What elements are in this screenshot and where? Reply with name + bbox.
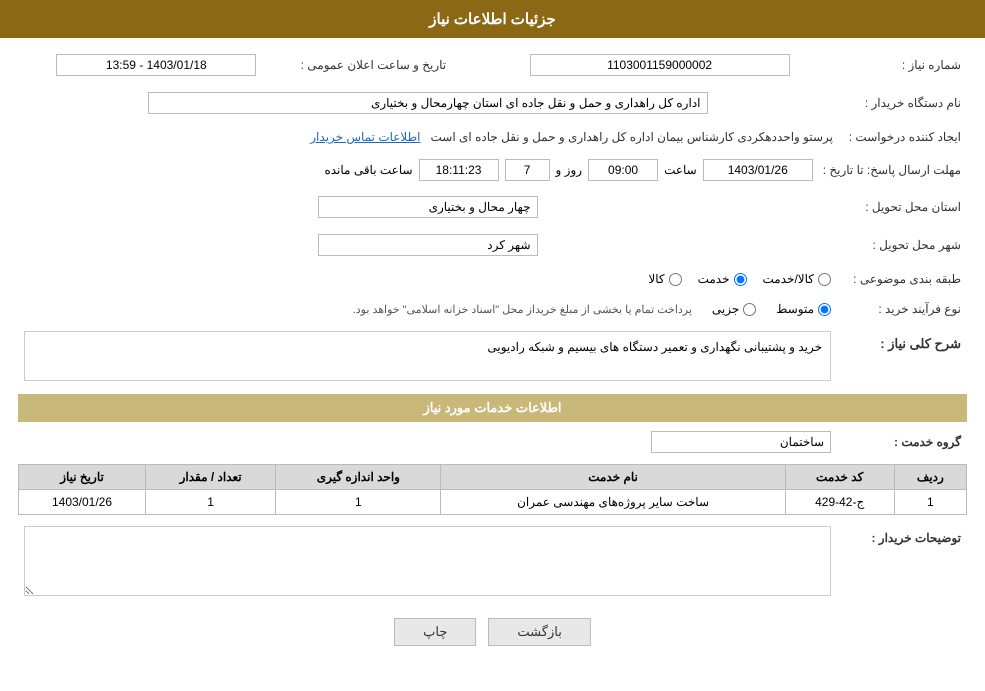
col-header-unit: واحد اندازه گیری xyxy=(276,465,441,490)
province-input[interactable] xyxy=(318,196,538,218)
deadline-time-label: ساعت xyxy=(664,163,697,177)
deadline-day-label: روز و xyxy=(556,163,583,177)
purchase-type-label: نوع فرآیند خرید : xyxy=(837,298,967,320)
purchase-type-motavaset[interactable]: متوسط xyxy=(776,302,831,316)
purchase-type-jozi[interactable]: جزیی xyxy=(712,302,756,316)
category-label: طبقه بندی موضوعی : xyxy=(837,268,967,290)
buyer-desc-label: توضیحات خریدار : xyxy=(837,523,967,602)
deadline-label: مهلت ارسال پاسخ: تا تاریخ : xyxy=(817,156,967,184)
description-box: خرید و پشتیبانی نگهداری و تعمیر دستگاه ه… xyxy=(24,331,831,381)
buyer-org-label: نام دستگاه خریدار : xyxy=(837,88,967,118)
deadline-date-input[interactable] xyxy=(703,159,813,181)
creator-value: پرستو واحددهکردی کارشناس بیمان اداره کل … xyxy=(431,130,834,144)
city-input[interactable] xyxy=(318,234,538,256)
buyer-org-input[interactable] xyxy=(148,92,708,114)
creator-label: ایجاد کننده درخواست : xyxy=(837,126,967,148)
cell-service-name: ساخت سایر پروژه‌های مهندسی عمران xyxy=(441,490,785,515)
cell-unit: 1 xyxy=(276,490,441,515)
cell-date: 1403/01/26 xyxy=(19,490,146,515)
category-kala-khadamat[interactable]: کالا/خدمت xyxy=(763,272,831,286)
deadline-time-input[interactable] xyxy=(588,159,658,181)
buyer-desc-textarea[interactable] xyxy=(24,526,831,596)
city-label: شهر محل تحویل : xyxy=(837,230,967,260)
announcement-date-input[interactable] xyxy=(56,54,256,76)
service-group-input[interactable] xyxy=(651,431,831,453)
col-header-qty: تعداد / مقدار xyxy=(146,465,276,490)
need-number-input[interactable] xyxy=(530,54,790,76)
cell-service-code: ج-42-429 xyxy=(785,490,894,515)
category-khadamat[interactable]: خدمت xyxy=(698,272,747,286)
page-title: جزئیات اطلاعات نیاز xyxy=(429,11,556,28)
category-kala[interactable]: کالا xyxy=(648,272,681,286)
deadline-remaining-label: ساعت باقی مانده xyxy=(324,163,412,177)
col-header-date: تاریخ نیاز xyxy=(19,465,146,490)
need-number-label: شماره نیاز : xyxy=(837,50,967,80)
service-group-label: گروه خدمت : xyxy=(837,428,967,456)
cell-row-num: 1 xyxy=(894,490,966,515)
col-header-name: نام خدمت xyxy=(441,465,785,490)
col-header-row: ردیف xyxy=(894,465,966,490)
print-button[interactable]: چاپ xyxy=(394,618,476,646)
province-label: استان محل تحویل : xyxy=(837,192,967,222)
cell-quantity: 1 xyxy=(146,490,276,515)
col-header-code: کد خدمت xyxy=(785,465,894,490)
page-header: جزئیات اطلاعات نیاز xyxy=(0,0,985,38)
description-label: شرح کلی نیاز : xyxy=(837,328,967,384)
deadline-days-input[interactable] xyxy=(505,159,550,181)
back-button[interactable]: بازگشت xyxy=(488,618,590,646)
announcement-date-label: تاریخ و ساعت اعلان عمومی : xyxy=(295,50,453,80)
table-row: 1 ج-42-429 ساخت سایر پروژه‌های مهندسی عم… xyxy=(19,490,967,515)
services-section-header: اطلاعات خدمات مورد نیاز xyxy=(18,394,967,422)
deadline-remaining-input[interactable] xyxy=(419,159,499,181)
creator-contact-link[interactable]: اطلاعات تماس خریدار xyxy=(310,130,420,144)
purchase-type-note: پرداخت تمام یا بخشی از مبلغ خریداز محل "… xyxy=(353,303,692,316)
